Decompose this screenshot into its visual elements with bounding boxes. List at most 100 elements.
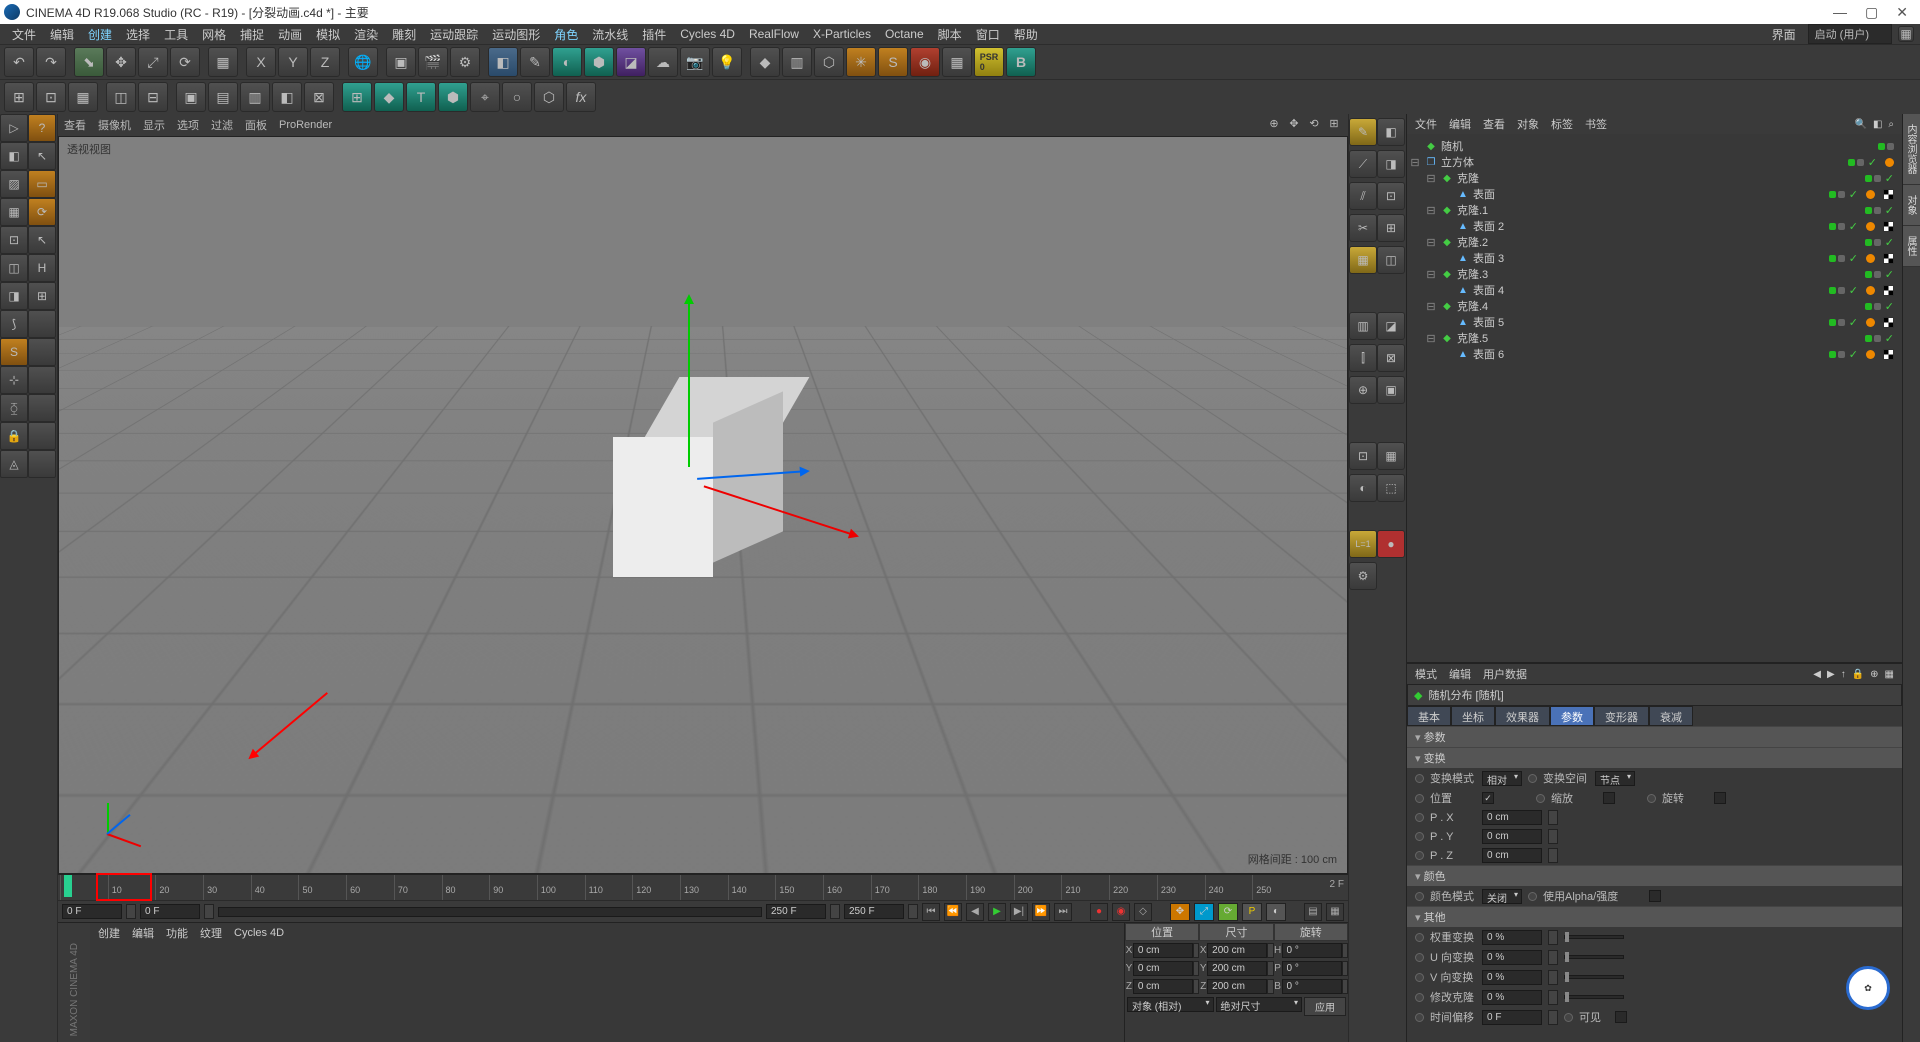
side-tab-内容浏览器[interactable]: 内容浏览器 <box>1903 114 1920 185</box>
rt-3a[interactable]: ⫽ <box>1349 182 1377 210</box>
attrtab-变形器[interactable]: 变形器 <box>1594 706 1649 726</box>
omtab-书签[interactable]: 书签 <box>1585 116 1607 132</box>
object-controls[interactable]: ✓ <box>1829 188 1900 201</box>
tree-row[interactable]: ▲表面 4✓ <box>1409 282 1900 298</box>
tree-row[interactable]: ⊟◆克隆✓ <box>1409 170 1900 186</box>
coord-pos-field[interactable] <box>1133 961 1193 976</box>
object-name[interactable]: 克隆 <box>1457 170 1485 186</box>
anim-dot[interactable] <box>1415 973 1424 982</box>
side-tab-对象[interactable]: 对象 <box>1903 185 1920 226</box>
deformer-button[interactable]: ◪ <box>616 47 646 77</box>
menu-网格[interactable]: 网格 <box>196 24 232 45</box>
vpmenu-过滤[interactable]: 过滤 <box>211 117 233 133</box>
key-pla-button[interactable]: ◐ <box>1266 903 1286 921</box>
rt-4a[interactable]: ✂ <box>1349 214 1377 242</box>
move-tool[interactable]: ✥ <box>106 47 136 77</box>
object-controls[interactable]: ✓ <box>1865 332 1900 345</box>
object-controls[interactable] <box>1878 143 1900 150</box>
color-mode-dropdown[interactable]: 关闭 <box>1482 889 1522 904</box>
transform-mode-dropdown[interactable]: 相对 <box>1482 771 1522 786</box>
v-slider[interactable] <box>1564 975 1624 979</box>
lt-btn-g[interactable] <box>28 366 56 394</box>
time-field[interactable] <box>1482 1010 1542 1025</box>
omtab-文件[interactable]: 文件 <box>1415 116 1437 132</box>
u-field[interactable] <box>1482 950 1542 965</box>
goto-end-button[interactable]: ⏭ <box>1054 903 1072 921</box>
pz-field[interactable] <box>1482 848 1542 863</box>
object-controls[interactable]: ✓ <box>1865 236 1900 249</box>
spinner-icon[interactable] <box>1548 810 1558 825</box>
play-forward-button[interactable]: ▶ <box>988 903 1006 921</box>
octane-s-button[interactable]: S <box>878 47 908 77</box>
object-name[interactable]: 克隆.2 <box>1457 234 1494 250</box>
position-checkbox[interactable]: ✓ <box>1482 792 1494 804</box>
octane-render-button[interactable]: ◉ <box>910 47 940 77</box>
expand-icon[interactable]: ⊟ <box>1425 300 1437 313</box>
lt-btn-e[interactable] <box>28 310 56 338</box>
object-controls[interactable]: ✓ <box>1848 156 1900 169</box>
tree-row[interactable]: ⊟❐立方体✓ <box>1409 154 1900 170</box>
lt-btn-f[interactable] <box>28 338 56 366</box>
vpmenu-显示[interactable]: 显示 <box>143 117 165 133</box>
attr-up-icon[interactable]: ↑ <box>1841 669 1846 680</box>
spinner-icon[interactable] <box>1548 1010 1558 1025</box>
menu-动画[interactable]: 动画 <box>272 24 308 45</box>
object-name[interactable]: 表面 4 <box>1473 282 1510 298</box>
render-view-button[interactable]: ▣ <box>386 47 416 77</box>
anim-dot[interactable] <box>1415 892 1424 901</box>
object-name[interactable]: 立方体 <box>1441 154 1480 170</box>
menu-工具[interactable]: 工具 <box>158 24 194 45</box>
menu-RealFlow[interactable]: RealFlow <box>743 25 805 43</box>
section-transform[interactable]: 变换 <box>1407 747 1902 768</box>
object-name[interactable]: 克隆.5 <box>1457 330 1494 346</box>
vpmenu-查看[interactable]: 查看 <box>64 117 86 133</box>
vpmenu-摄像机[interactable]: 摄像机 <box>98 117 131 133</box>
undo-button[interactable]: ↶ <box>4 47 34 77</box>
coord-rot-field[interactable] <box>1282 979 1342 994</box>
scale-checkbox[interactable] <box>1603 792 1615 804</box>
tree-row[interactable]: ⊟◆克隆.1✓ <box>1409 202 1900 218</box>
keyframe-sel-button[interactable]: ◇ <box>1134 903 1152 921</box>
px-field[interactable] <box>1482 810 1542 825</box>
plugin-b-button[interactable]: B <box>1006 47 1036 77</box>
anim-dot[interactable] <box>1528 892 1537 901</box>
mattab-纹理[interactable]: 纹理 <box>200 925 222 941</box>
t2-btn-16[interactable]: ○ <box>502 82 532 112</box>
omtab-编辑[interactable]: 编辑 <box>1449 116 1471 132</box>
t2-btn-3[interactable]: ▦ <box>68 82 98 112</box>
mattab-创建[interactable]: 创建 <box>98 925 120 941</box>
attrtab-衰减[interactable]: 衰减 <box>1649 706 1693 726</box>
om-icon-1[interactable]: 🔍 <box>1854 119 1866 130</box>
spinner-icon[interactable] <box>1342 979 1348 994</box>
coord-system-button[interactable]: 🌐 <box>348 47 378 77</box>
om-icon-2[interactable]: ◧ <box>1873 119 1882 130</box>
expand-icon[interactable]: ⊟ <box>1425 204 1437 217</box>
rt-2b[interactable]: ◨ <box>1377 150 1405 178</box>
menu-编辑[interactable]: 编辑 <box>44 24 80 45</box>
tl-extra-1[interactable]: ▤ <box>1304 903 1322 921</box>
pen-tool[interactable]: ✎ <box>520 47 550 77</box>
clone-slider[interactable] <box>1564 995 1624 999</box>
mograph-btn-2[interactable]: ◆ <box>374 82 404 112</box>
coord-object-mode[interactable]: 对象 (相对) <box>1127 997 1214 1012</box>
anim-dot[interactable] <box>1528 774 1537 783</box>
generator-button[interactable]: ⬢ <box>584 47 614 77</box>
attrtab-基本[interactable]: 基本 <box>1407 706 1451 726</box>
t2-btn-8[interactable]: ▥ <box>240 82 270 112</box>
render-region-button[interactable]: 🎬 <box>418 47 448 77</box>
anim-dot[interactable] <box>1415 993 1424 1002</box>
cube-object[interactable] <box>613 417 763 567</box>
nurbs-button[interactable]: ◐ <box>552 47 582 77</box>
attrtab-参数[interactable]: 参数 <box>1550 706 1594 726</box>
range-end-field[interactable] <box>766 904 826 919</box>
spinner-icon[interactable] <box>126 904 136 919</box>
menu-Octane[interactable]: Octane <box>879 25 930 43</box>
timeline-scrollbar[interactable] <box>218 907 762 917</box>
object-name[interactable]: 克隆.1 <box>1457 202 1494 218</box>
lt-snap[interactable]: ⧲ <box>0 394 28 422</box>
mograph-btn-4[interactable]: ⬢ <box>438 82 468 112</box>
key-param-button[interactable]: P <box>1242 903 1262 921</box>
object-controls[interactable]: ✓ <box>1829 348 1900 361</box>
prev-frame-button[interactable]: ◀ <box>966 903 984 921</box>
psr-button[interactable]: PSR0 <box>974 47 1004 77</box>
